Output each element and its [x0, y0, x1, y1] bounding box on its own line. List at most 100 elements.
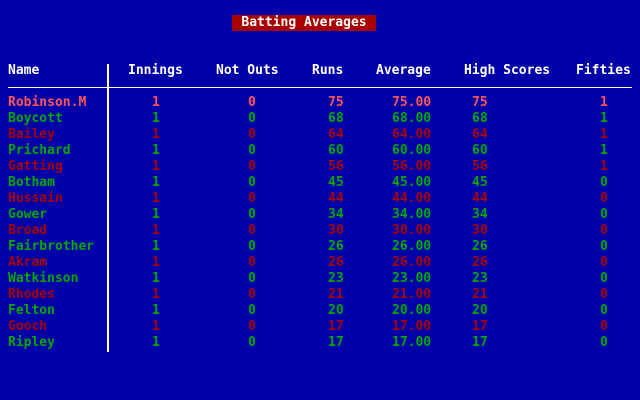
- not-outs-value: 0: [248, 159, 256, 174]
- innings-value: 1: [152, 255, 160, 270]
- column-header-average: Average: [376, 63, 431, 78]
- innings-value: 1: [152, 127, 160, 142]
- player-name: Rhodes: [8, 287, 55, 302]
- fifties-value: 0: [600, 319, 608, 334]
- innings-value: 1: [152, 191, 160, 206]
- player-name: Boycott: [8, 111, 63, 126]
- player-name: Prichard: [8, 143, 71, 158]
- average-value: 45.00: [392, 175, 432, 190]
- averages-table-body: Robinson.M 1 0 75 75.00 75 1 Boycott 1 0 68 68.00 68…: [0, 95, 640, 351]
- table-header: Name Innings Not Outs Runs Average High …: [0, 63, 640, 79]
- table-row: Watkinson 1 0 23 23.00 23 0: [0, 271, 640, 287]
- average-value: 30.00: [392, 223, 432, 238]
- player-name: Robinson.M: [8, 95, 87, 110]
- high-score-value: 75: [472, 95, 488, 110]
- fifties-value: 0: [600, 303, 608, 318]
- innings-value: 1: [152, 143, 160, 158]
- table-row: Robinson.M 1 0 75 75.00 75 1: [0, 95, 640, 111]
- innings-value: 1: [152, 271, 160, 286]
- average-value: 21.00: [392, 287, 432, 302]
- runs-value: 30: [328, 223, 344, 238]
- runs-value: 56: [328, 159, 344, 174]
- fifties-value: 1: [600, 127, 608, 142]
- table-row: Bailey 1 0 64 64.00 64 1: [0, 127, 640, 143]
- table-row: Akram 1 0 26 26.00 26 0: [0, 255, 640, 271]
- table-row: Gooch 1 0 17 17.00 17 0: [0, 319, 640, 335]
- fifties-value: 0: [600, 287, 608, 302]
- player-name: Akram: [8, 255, 48, 270]
- runs-value: 44: [328, 191, 344, 206]
- player-name: Broad: [8, 223, 48, 238]
- average-value: 34.00: [392, 207, 432, 222]
- average-value: 68.00: [392, 111, 432, 126]
- high-score-value: 20: [472, 303, 488, 318]
- fifties-value: 0: [600, 335, 608, 350]
- not-outs-value: 0: [248, 303, 256, 318]
- high-score-value: 26: [472, 255, 488, 270]
- average-value: 23.00: [392, 271, 432, 286]
- table-row: Gatting 1 0 56 56.00 56 1: [0, 159, 640, 175]
- column-header-fifties: Fifties: [576, 63, 631, 78]
- not-outs-value: 0: [248, 255, 256, 270]
- table-row: Felton 1 0 20 20.00 20 0: [0, 303, 640, 319]
- high-score-value: 44: [472, 191, 488, 206]
- table-row: Gower 1 0 34 34.00 34 0: [0, 207, 640, 223]
- fifties-value: 0: [600, 207, 608, 222]
- innings-value: 1: [152, 287, 160, 302]
- not-outs-value: 0: [248, 239, 256, 254]
- runs-value: 75: [328, 95, 344, 110]
- innings-value: 1: [152, 335, 160, 350]
- column-header-name: Name: [8, 63, 40, 78]
- high-score-value: 21: [472, 287, 488, 302]
- not-outs-value: 0: [248, 143, 256, 158]
- runs-value: 17: [328, 335, 344, 350]
- runs-value: 34: [328, 207, 344, 222]
- runs-value: 20: [328, 303, 344, 318]
- average-value: 60.00: [392, 143, 432, 158]
- innings-value: 1: [152, 239, 160, 254]
- player-name: Felton: [8, 303, 55, 318]
- column-header-runs: Runs: [312, 63, 344, 78]
- fifties-value: 1: [600, 159, 608, 174]
- average-value: 64.00: [392, 127, 432, 142]
- average-value: 26.00: [392, 239, 432, 254]
- high-score-value: 45: [472, 175, 488, 190]
- high-score-value: 68: [472, 111, 488, 126]
- header-divider: [8, 87, 632, 88]
- column-header-not-outs: Not Outs: [216, 63, 279, 78]
- column-header-high-scores: High Scores: [464, 63, 551, 78]
- player-name: Hussain: [8, 191, 63, 206]
- table-row: Hussain 1 0 44 44.00 44 0: [0, 191, 640, 207]
- innings-value: 1: [152, 319, 160, 334]
- high-score-value: 64: [472, 127, 488, 142]
- runs-value: 68: [328, 111, 344, 126]
- not-outs-value: 0: [248, 111, 256, 126]
- high-score-value: 34: [472, 207, 488, 222]
- high-score-value: 23: [472, 271, 488, 286]
- not-outs-value: 0: [248, 175, 256, 190]
- high-score-value: 30: [472, 223, 488, 238]
- fifties-value: 1: [600, 111, 608, 126]
- average-value: 56.00: [392, 159, 432, 174]
- innings-value: 1: [152, 159, 160, 174]
- runs-value: 23: [328, 271, 344, 286]
- table-row: Rhodes 1 0 21 21.00 21 0: [0, 287, 640, 303]
- column-header-innings: Innings: [128, 63, 183, 78]
- innings-value: 1: [152, 175, 160, 190]
- screen-title: Batting Averages: [232, 15, 376, 31]
- player-name: Watkinson: [8, 271, 79, 286]
- table-row: Prichard 1 0 60 60.00 60 1: [0, 143, 640, 159]
- runs-value: 26: [328, 255, 344, 270]
- table-row: Broad 1 0 30 30.00 30 0: [0, 223, 640, 239]
- high-score-value: 26: [472, 239, 488, 254]
- innings-value: 1: [152, 95, 160, 110]
- average-value: 44.00: [392, 191, 432, 206]
- table-row: Boycott 1 0 68 68.00 68 1: [0, 111, 640, 127]
- player-name: Bailey: [8, 127, 55, 142]
- fifties-value: 0: [600, 239, 608, 254]
- not-outs-value: 0: [248, 287, 256, 302]
- not-outs-value: 0: [248, 319, 256, 334]
- fifties-value: 1: [600, 95, 608, 110]
- fifties-value: 0: [600, 271, 608, 286]
- not-outs-value: 0: [248, 207, 256, 222]
